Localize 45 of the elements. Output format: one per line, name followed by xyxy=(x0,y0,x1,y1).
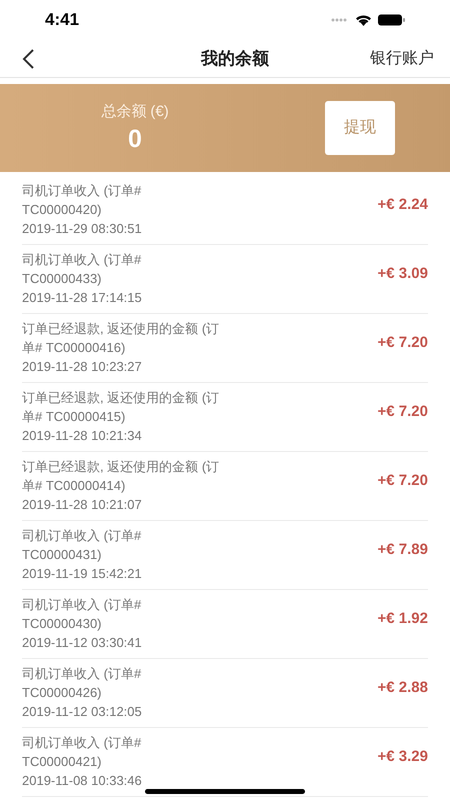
transaction-description: TC00000431) xyxy=(22,546,102,564)
transaction-description: 司机订单收入 (订单# xyxy=(22,596,142,614)
transaction-description: 单# TC00000416) xyxy=(22,339,126,357)
transaction-time: 2019-11-19 15:42:21 xyxy=(22,565,142,583)
bank-account-link[interactable]: 银行账户 xyxy=(370,46,434,70)
transaction-amount: +€ 7.20 xyxy=(378,333,428,353)
transaction-description: 单# TC00000415) xyxy=(22,408,126,426)
transaction-description: 订单已经退款, 返还使用的金额 (订 xyxy=(22,389,220,407)
transaction-amount: +€ 7.20 xyxy=(378,471,428,491)
transaction-description: 司机订单收入 (订单# xyxy=(22,665,142,683)
balance-amount: 0 xyxy=(128,124,142,156)
transaction-amount: +€ 3.09 xyxy=(378,264,428,284)
transaction-description: TC00000430) xyxy=(22,615,102,633)
battery-icon xyxy=(378,14,405,26)
transaction-time: 2019-11-28 10:21:34 xyxy=(22,427,143,445)
transaction-amount: +€ 1.92 xyxy=(378,609,428,629)
page-title: 我的余额 xyxy=(201,48,269,70)
transaction-description: TC00000433) xyxy=(22,270,102,288)
transaction-time: 2019-11-28 17:14:15 xyxy=(22,289,142,307)
transaction-description: 单# TC00000414) xyxy=(22,477,126,495)
transaction-description: 司机订单收入 (订单# xyxy=(22,527,142,545)
transaction-time: 2019-11-12 03:30:41 xyxy=(22,634,142,652)
transaction-description: TC00000421) xyxy=(22,753,102,771)
transaction-time: 2019-11-28 10:23:27 xyxy=(22,358,143,376)
transaction-description: 司机订单收入 (订单# xyxy=(22,734,142,752)
status-time: 4:41 xyxy=(45,9,80,32)
transaction-description: TC00000426) xyxy=(22,684,102,702)
transaction-amount: +€ 7.20 xyxy=(378,402,428,422)
transaction-description: 订单已经退款, 返还使用的金额 (订 xyxy=(22,320,220,338)
balance-label: 总余额 (€) xyxy=(101,102,169,122)
transaction-amount: +€ 3.29 xyxy=(378,747,428,767)
transaction-description: 订单已经退款, 返还使用的金额 (订 xyxy=(22,458,220,476)
transaction-time: 2019-11-08 10:33:46 xyxy=(22,772,142,790)
transaction-time: 2019-11-28 10:21:07 xyxy=(22,496,143,514)
wifi-icon xyxy=(355,14,372,26)
back-icon xyxy=(21,48,35,70)
transaction-time: 2019-11-29 08:30:51 xyxy=(22,220,142,238)
transaction-amount: +€ 2.88 xyxy=(378,678,428,698)
transaction-time: 2019-11-12 03:12:05 xyxy=(22,703,142,721)
signal-icon xyxy=(331,18,349,22)
transaction-description: 司机订单收入 (订单# xyxy=(22,182,142,200)
transaction-description: TC00000420) xyxy=(22,201,102,219)
transaction-description: 司机订单收入 (订单# xyxy=(22,251,142,269)
transaction-amount: +€ 2.24 xyxy=(378,195,428,215)
transaction-amount: +€ 7.89 xyxy=(378,540,428,560)
